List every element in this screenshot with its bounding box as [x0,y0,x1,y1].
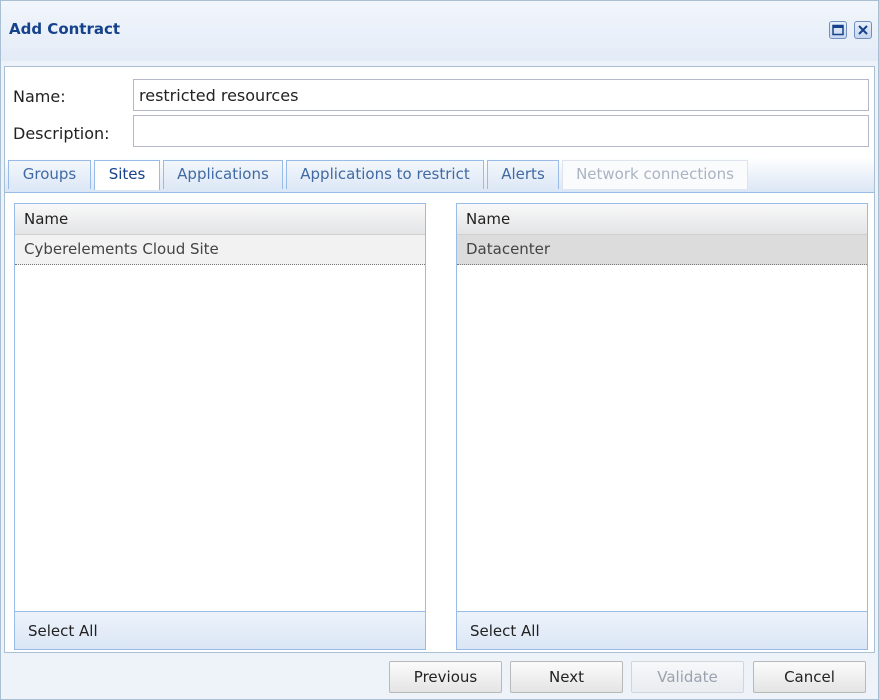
name-label: Name: [13,87,66,106]
grid-header-name[interactable]: Name [15,204,425,235]
add-contract-window: Add Contract Name: Description: Groups S… [0,0,879,700]
next-button[interactable]: Next [510,661,623,693]
close-icon [858,25,868,35]
name-field[interactable] [133,79,869,111]
available-sites-grid: Name Cyberelements Cloud Site Select All [14,203,426,650]
description-field[interactable] [133,115,869,147]
list-item[interactable]: Datacenter [457,235,867,265]
grid-header-name[interactable]: Name [457,204,867,235]
previous-button[interactable]: Previous [389,661,502,693]
validate-button: Validate [631,661,744,693]
maximize-icon [832,24,844,36]
close-button[interactable] [854,21,872,39]
window-titlebar[interactable]: Add Contract [1,1,878,61]
window-title: Add Contract [9,20,121,38]
tab-applications-to-restrict[interactable]: Applications to restrict [286,160,484,189]
maximize-button[interactable] [829,21,847,39]
tab-applications[interactable]: Applications [163,160,283,189]
tab-groups[interactable]: Groups [8,160,91,189]
list-item[interactable]: Cyberelements Cloud Site [15,235,425,265]
select-all-button[interactable]: Select All [15,611,425,649]
form-panel: Name: Description: Groups Sites Applicat… [4,66,875,653]
description-label: Description: [13,124,110,143]
select-all-button[interactable]: Select All [457,611,867,649]
tab-strip: Groups Sites Applications Applications t… [5,157,874,193]
selected-sites-grid: Name Datacenter Select All [456,203,868,650]
tab-alerts[interactable]: Alerts [487,160,559,189]
tab-sites[interactable]: Sites [94,160,160,190]
tab-network-connections: Network connections [562,160,748,189]
cancel-button[interactable]: Cancel [753,661,866,693]
